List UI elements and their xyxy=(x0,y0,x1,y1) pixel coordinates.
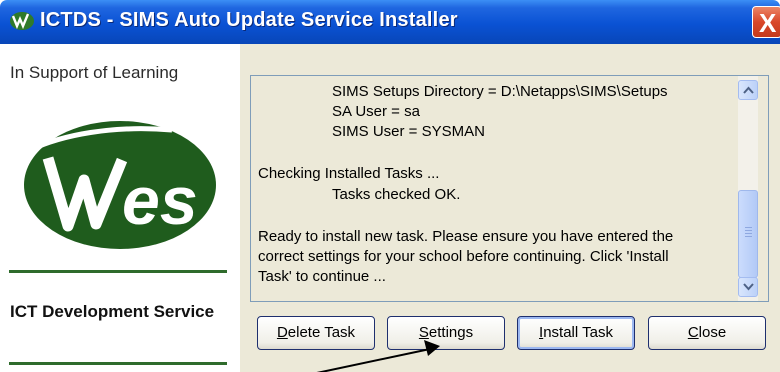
installer-window: ICTDS - SIMS Auto Update Service Install… xyxy=(0,0,780,372)
title-bar[interactable]: ICTDS - SIMS Auto Update Service Install… xyxy=(0,0,780,44)
mnemonic: C xyxy=(687,324,699,341)
log-line: correct settings for your school before … xyxy=(258,248,669,265)
close-icon: X xyxy=(759,8,777,38)
log-line: Task' to continue ... xyxy=(258,268,386,285)
button-label: ettings xyxy=(428,324,474,341)
scroll-thumb[interactable] xyxy=(738,190,758,278)
window-title: ICTDS - SIMS Auto Update Service Install… xyxy=(40,9,458,31)
chevron-up-icon xyxy=(743,86,754,94)
thumb-grip xyxy=(745,233,752,234)
chevron-down-icon xyxy=(743,283,754,291)
logo-lettering: es xyxy=(122,163,198,239)
close-window-button[interactable]: X xyxy=(752,6,780,38)
mnemonic: D xyxy=(276,324,288,341)
button-label: lose xyxy=(698,324,727,341)
thumb-grip xyxy=(745,227,752,228)
scroll-up-button[interactable] xyxy=(738,80,758,100)
scroll-down-button[interactable] xyxy=(738,277,758,297)
log-line: SIMS Setups Directory = D:\Netapps\SIMS\… xyxy=(332,83,668,100)
support-tagline: In Support of Learning xyxy=(10,63,179,82)
close-button[interactable]: Close xyxy=(648,316,766,350)
wes-logo-icon xyxy=(10,12,34,30)
sidebar-divider-top xyxy=(9,270,227,273)
wes-logo: es xyxy=(24,121,216,249)
log-line: Tasks checked OK. xyxy=(332,186,461,203)
mnemonic: S xyxy=(418,324,429,341)
log-line: Ready to install new task. Please ensure… xyxy=(258,228,674,245)
thumb-grip xyxy=(745,230,752,231)
button-label: nstall Task xyxy=(543,324,613,341)
delete-task-button[interactable]: Delete Task xyxy=(257,316,375,350)
thumb-grip xyxy=(745,236,752,237)
log-line: Checking Installed Tasks ... xyxy=(258,165,440,182)
button-label: elete Task xyxy=(287,324,356,341)
log-line: SA User = sa xyxy=(332,103,420,120)
install-task-button[interactable]: Install Task xyxy=(517,316,635,350)
sidebar-divider-bottom xyxy=(9,362,227,365)
service-name: ICT Development Service xyxy=(10,302,215,321)
settings-button[interactable]: Settings xyxy=(387,316,505,350)
log-line: SIMS User = SYSMAN xyxy=(332,123,485,140)
